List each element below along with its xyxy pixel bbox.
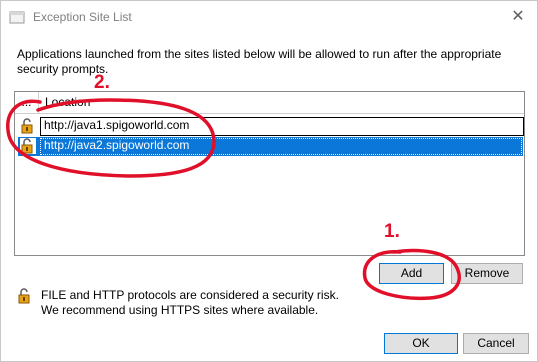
annotation-label-1: 1.: [384, 221, 400, 242]
add-button[interactable]: Add: [379, 263, 444, 284]
description-text: Applications launched from the sites lis…: [17, 47, 502, 76]
exception-site-list-dialog: Exception Site List ✕ Applications launc…: [0, 0, 538, 362]
column-header-icon[interactable]: ...: [15, 92, 39, 113]
java-app-icon: [9, 11, 25, 24]
site-url[interactable]: http://java2.spigoworld.com: [42, 137, 191, 156]
site-list-table[interactable]: ... Location http://java1.spigoworld.com…: [14, 91, 525, 256]
warning-line-2: We recommend using HTTPS sites where ava…: [41, 303, 319, 317]
warning-line-1: FILE and HTTP protocols are considered a…: [41, 288, 339, 302]
security-warning-text: FILE and HTTP protocols are considered a…: [41, 288, 339, 318]
open-lock-icon: [21, 118, 33, 134]
close-button[interactable]: ✕: [507, 6, 529, 28]
open-lock-icon: [20, 138, 36, 154]
ok-button[interactable]: OK: [384, 333, 458, 354]
site-url[interactable]: http://java1.spigoworld.com: [42, 117, 191, 136]
window-title: Exception Site List: [33, 10, 132, 24]
table-row-selected[interactable]: http://java2.spigoworld.com: [18, 137, 523, 156]
column-header-location[interactable]: Location: [45, 92, 90, 113]
remove-button[interactable]: Remove: [451, 263, 523, 284]
cancel-button[interactable]: Cancel: [463, 333, 529, 354]
title-bar: Exception Site List ✕: [1, 1, 537, 33]
open-lock-warning-icon: [18, 288, 30, 304]
table-header: ... Location: [15, 92, 524, 114]
table-row[interactable]: http://java1.spigoworld.com: [18, 117, 524, 136]
annotation-label-2: 2.: [94, 72, 110, 93]
